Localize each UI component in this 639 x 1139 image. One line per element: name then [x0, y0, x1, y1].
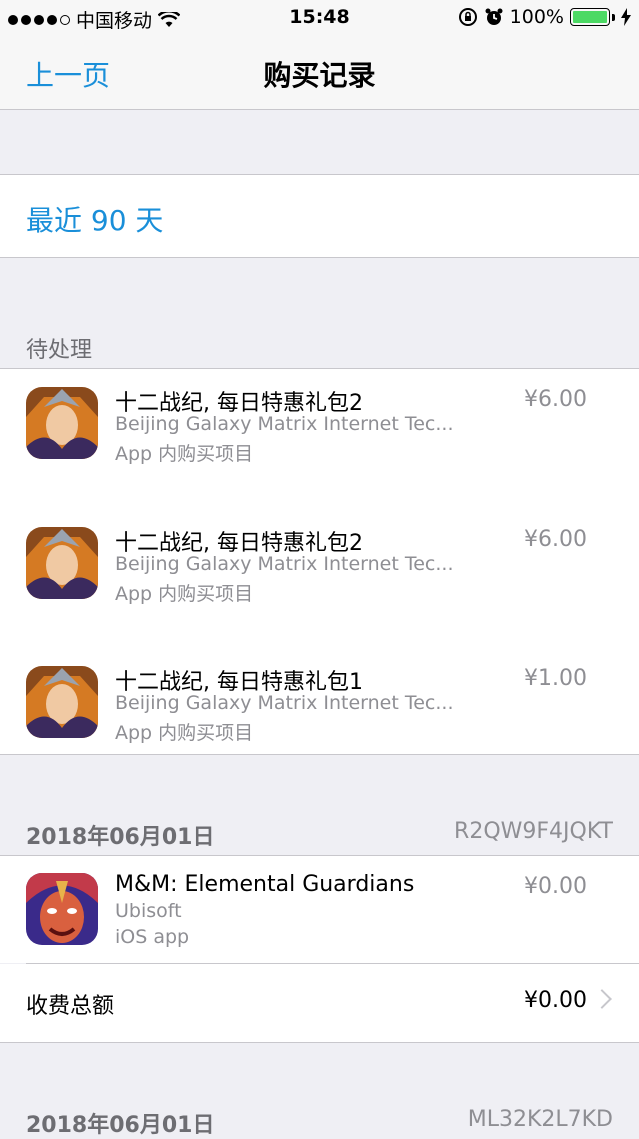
order-id: ML32K2L7KD	[467, 1107, 613, 1132]
date-range-label: 最近 90 天	[26, 204, 164, 237]
item-developer: Beijing Galaxy Matrix Internet Tec...	[115, 553, 454, 575]
charging-bolt-icon	[621, 8, 631, 26]
order-id: R2QW9F4JQKT	[454, 819, 613, 844]
app-icon-mm-elemental-guardians	[26, 873, 98, 945]
pending-list: 十二战纪, 每日特惠礼包2 Beijing Galaxy Matrix Inte…	[0, 369, 639, 754]
alarm-icon	[485, 8, 503, 25]
item-price: ¥6.00	[524, 387, 587, 412]
orientation-lock-icon	[458, 8, 477, 26]
chevron-right-icon	[592, 989, 612, 1009]
order-date: 2018年06月01日	[26, 825, 215, 850]
date-range-filter[interactable]: 最近 90 天	[0, 175, 639, 257]
item-type: App 内购买项目	[115, 583, 254, 605]
section-header-pending: 待处理	[26, 338, 93, 363]
item-developer: Beijing Galaxy Matrix Internet Tec...	[115, 413, 454, 435]
battery-percent: 100%	[509, 6, 564, 28]
item-developer: Beijing Galaxy Matrix Internet Tec...	[115, 692, 454, 714]
item-price: ¥6.00	[524, 527, 587, 552]
status-right: 100%	[458, 6, 631, 28]
total-label: 收费总额	[26, 994, 115, 1019]
app-icon-twelve-wars	[26, 666, 98, 738]
item-price: ¥1.00	[524, 666, 587, 691]
item-type: App 内购买项目	[115, 722, 254, 744]
list-item[interactable]: M&M: Elemental Guardians Ubisoft iOS app…	[0, 856, 639, 963]
item-title: M&M: Elemental Guardians	[115, 872, 415, 897]
total-value: ¥0.00	[524, 988, 587, 1013]
divider	[0, 257, 639, 258]
list-item[interactable]: 十二战纪, 每日特惠礼包1 Beijing Galaxy Matrix Inte…	[0, 648, 639, 758]
item-developer: Ubisoft	[115, 900, 182, 922]
page-title: 购买记录	[263, 59, 376, 92]
divider	[0, 1042, 639, 1043]
order-total-row[interactable]: 收费总额 ¥0.00	[0, 964, 639, 1042]
order-date: 2018年06月01日	[26, 1113, 215, 1138]
app-icon-twelve-wars	[26, 387, 98, 459]
item-price: ¥0.00	[524, 874, 587, 899]
item-type: iOS app	[115, 926, 190, 948]
divider	[0, 754, 639, 755]
item-type: App 内购买项目	[115, 443, 254, 465]
list-item[interactable]: 十二战纪, 每日特惠礼包2 Beijing Galaxy Matrix Inte…	[0, 509, 639, 619]
battery-tip	[612, 13, 615, 21]
list-item[interactable]: 十二战纪, 每日特惠礼包2 Beijing Galaxy Matrix Inte…	[0, 369, 639, 479]
navigation-bar: 上一页 购买记录	[0, 34, 639, 110]
status-bar: 中国移动 15:48 100%	[0, 0, 639, 34]
battery-icon	[570, 8, 610, 26]
app-icon-twelve-wars	[26, 527, 98, 599]
